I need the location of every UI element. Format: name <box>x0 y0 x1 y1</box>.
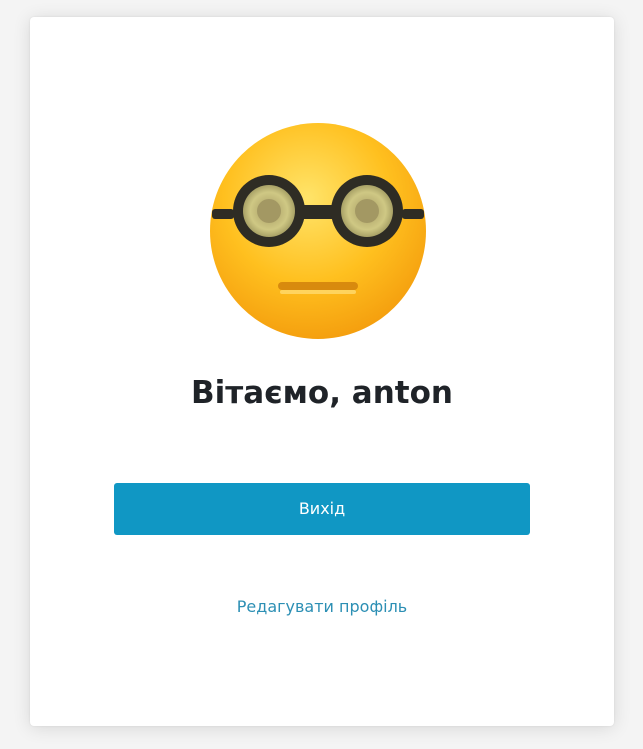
greeting-title: Вітаємо, anton <box>191 375 453 411</box>
profile-card: Вітаємо, anton Вихід Редагувати профіль <box>30 17 614 726</box>
sunglasses-emoji-icon <box>210 123 426 339</box>
logout-button[interactable]: Вихід <box>114 483 530 535</box>
avatar <box>206 119 430 343</box>
edit-profile-link[interactable]: Редагувати профіль <box>30 595 614 619</box>
